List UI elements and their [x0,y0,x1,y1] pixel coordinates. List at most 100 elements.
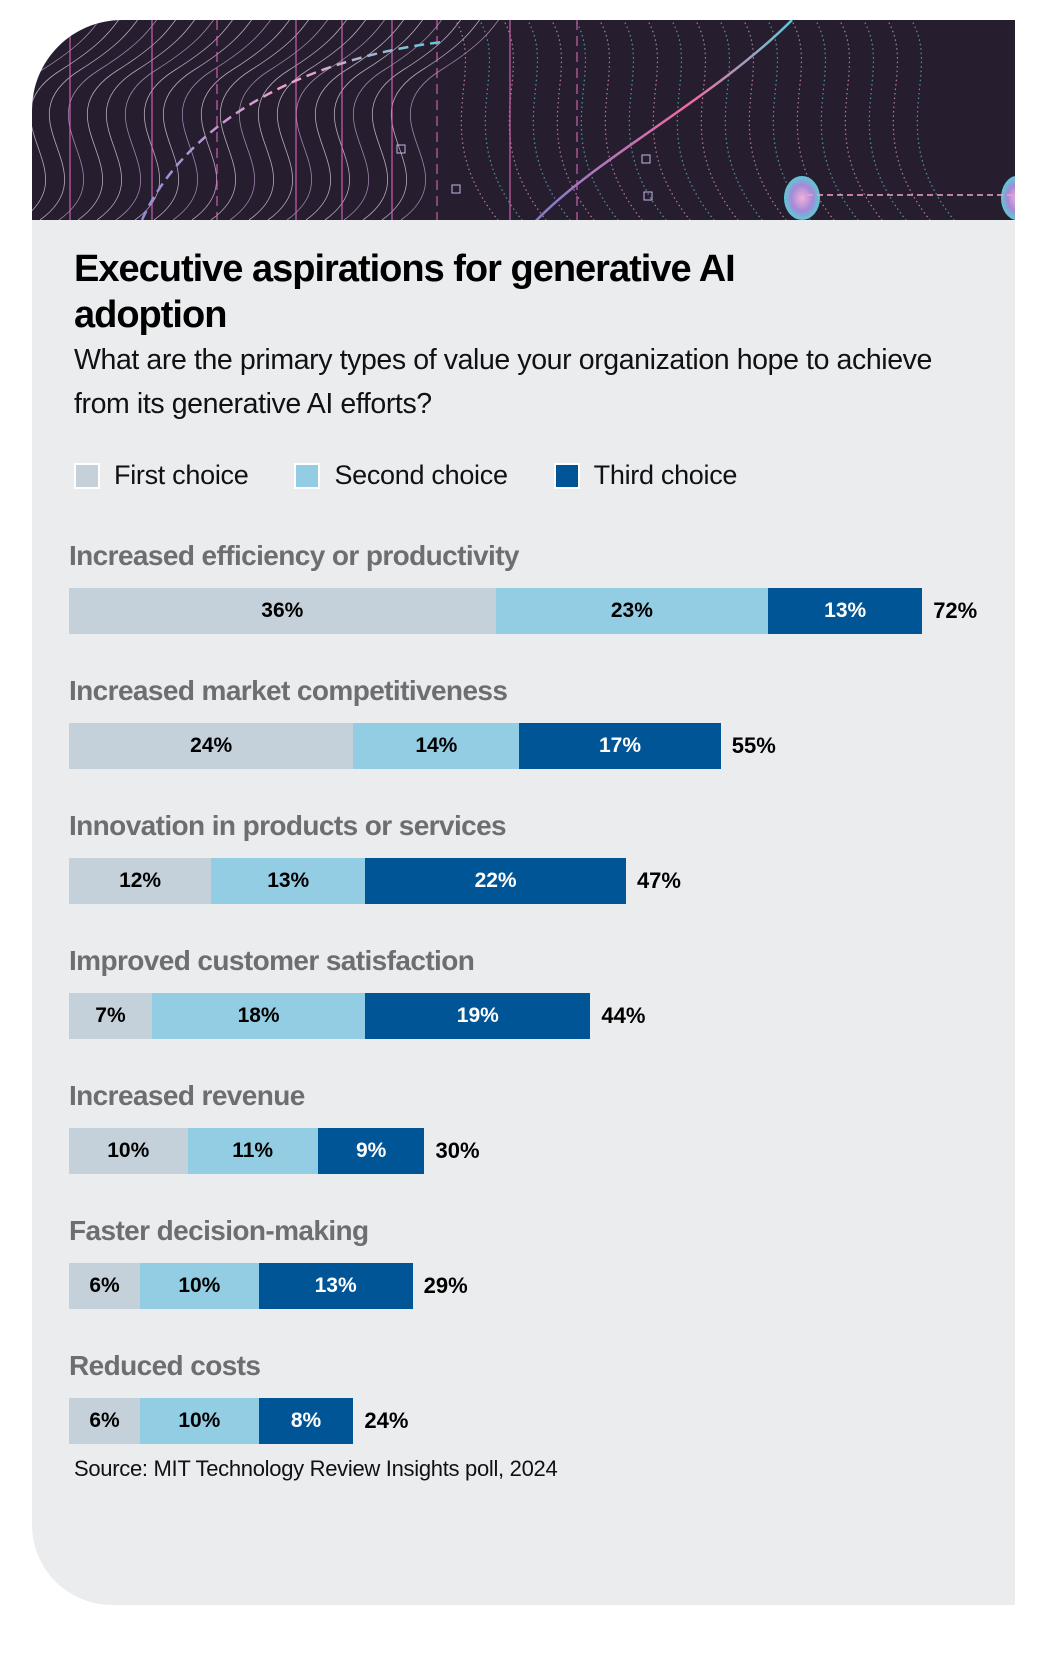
wave-line [96,20,196,220]
segment-value-label: 13% [267,869,310,892]
bar-segment-first-choice: 36% [69,588,496,634]
segment-value-label: 10% [178,1409,221,1432]
bar-segment-second-choice: 10% [140,1263,259,1309]
segment-value-label: 9% [355,1139,387,1162]
total-value-label: 30% [435,1138,480,1163]
dotted-contour [550,20,595,220]
bar-segment-third-choice: 22% [365,858,626,904]
decorative-wave-graphic [32,20,1015,220]
dotted-contour [622,20,667,220]
segment-value-label: 7% [95,1004,126,1027]
wave-line [210,20,310,220]
orb [784,176,820,220]
wave-line [58,20,158,220]
legend-label: Second choice [334,460,508,490]
stacked-bar: 6% 10% 8% [69,1398,354,1444]
bar-segment-second-choice: 18% [151,993,366,1039]
segment-value-label: 11% [232,1139,274,1162]
square-marker [451,184,461,194]
bar-segment-first-choice: 7% [69,993,152,1039]
wave-line [305,20,405,220]
legend-label: First choice [114,460,249,490]
segment-value-label: 10% [107,1139,150,1162]
wave-line [172,20,272,220]
dotted-contour [814,20,859,220]
total-value-label: 47% [636,868,681,893]
legend-item-third-choice: Third choice [553,460,738,491]
segment-value-label: 23% [610,599,653,622]
dotted-contour [478,20,523,220]
dotted-contour [598,20,643,220]
total-value-label: 29% [423,1273,468,1298]
category-label: Faster decision-making [69,1215,369,1246]
total-value-label: 55% [731,733,776,758]
wave-line [134,20,234,220]
segment-value-label: 22% [474,869,517,892]
wave-line [286,20,386,220]
square-marker [641,154,651,164]
wave-line [324,20,424,220]
bar-segment-second-choice: 10% [140,1398,259,1444]
wave-line [115,20,215,220]
bar-segment-second-choice: 14% [353,723,520,769]
segment-value-label: 36% [261,599,304,622]
wave-line [400,20,500,220]
dotted-contour [910,20,955,220]
chart-title: Executive aspirations for generative AI … [74,248,736,336]
stacked-bar: 12% 13% 22% [69,858,626,904]
legend-item-second-choice: Second choice [294,460,508,491]
dashed-arc [140,40,443,220]
infographic-card: Executive aspirations for generative AI … [32,20,1015,1605]
legend-swatch-first [74,462,100,489]
source-note: Source: MIT Technology Review Insights p… [74,1456,558,1481]
square-marker [643,191,653,201]
total-value-label: 44% [601,1003,646,1028]
bar-segment-third-choice: 19% [365,993,591,1039]
wave-line [343,20,443,220]
segment-value-label: 6% [89,1409,120,1432]
segment-value-label: 14% [415,734,458,757]
bar-segment-third-choice: 8% [258,1398,354,1444]
segment-value-label: 24% [190,734,233,757]
legend-swatch-third [553,462,580,489]
wave-line [229,20,329,220]
stacked-bar: 24% 14% 17% [69,723,721,769]
dotted-contour [574,20,619,220]
dotted-contour [694,20,739,220]
bar-segment-first-choice: 12% [69,858,212,904]
category-label: Innovation in products or services [69,810,507,841]
segment-value-label: 19% [456,1004,499,1027]
dotted-contour [838,20,883,220]
diagonal-line [535,20,793,220]
stacked-bar: 36% 23% 13% [69,588,923,634]
segment-value-label: 12% [119,869,162,892]
dotted-contour [526,20,571,220]
segment-value-label: 6% [89,1274,120,1297]
bar-segment-first-choice: 10% [69,1128,188,1174]
bar-segment-first-choice: 24% [69,723,354,769]
chart-subtitle: What are the primary types of value your… [74,344,932,420]
segment-value-label: 18% [237,1004,280,1027]
wave-line [248,20,348,220]
category-label: Increased market competitiveness [69,675,508,706]
segment-value-label: 10% [178,1274,221,1297]
total-value-label: 24% [364,1408,409,1433]
dotted-contour [502,20,547,220]
bar-segment-third-choice: 13% [768,588,923,634]
dotted-contour [886,20,931,220]
segment-value-label: 13% [314,1274,357,1297]
wave-line [191,20,291,220]
bar-segment-second-choice: 23% [495,588,769,634]
wave-line [77,20,177,220]
dotted-contour [646,20,691,220]
legend-label: Third choice [593,460,738,490]
bar-segment-first-choice: 6% [69,1398,141,1444]
bar-segment-third-choice: 9% [317,1128,425,1174]
wave-line [267,20,367,220]
bar-segment-third-choice: 13% [258,1263,413,1309]
legend-swatch-second [294,462,321,489]
dotted-contour [670,20,715,220]
wave-line [362,20,462,220]
orb [1001,176,1015,220]
bar-segment-second-choice: 13% [211,858,366,904]
